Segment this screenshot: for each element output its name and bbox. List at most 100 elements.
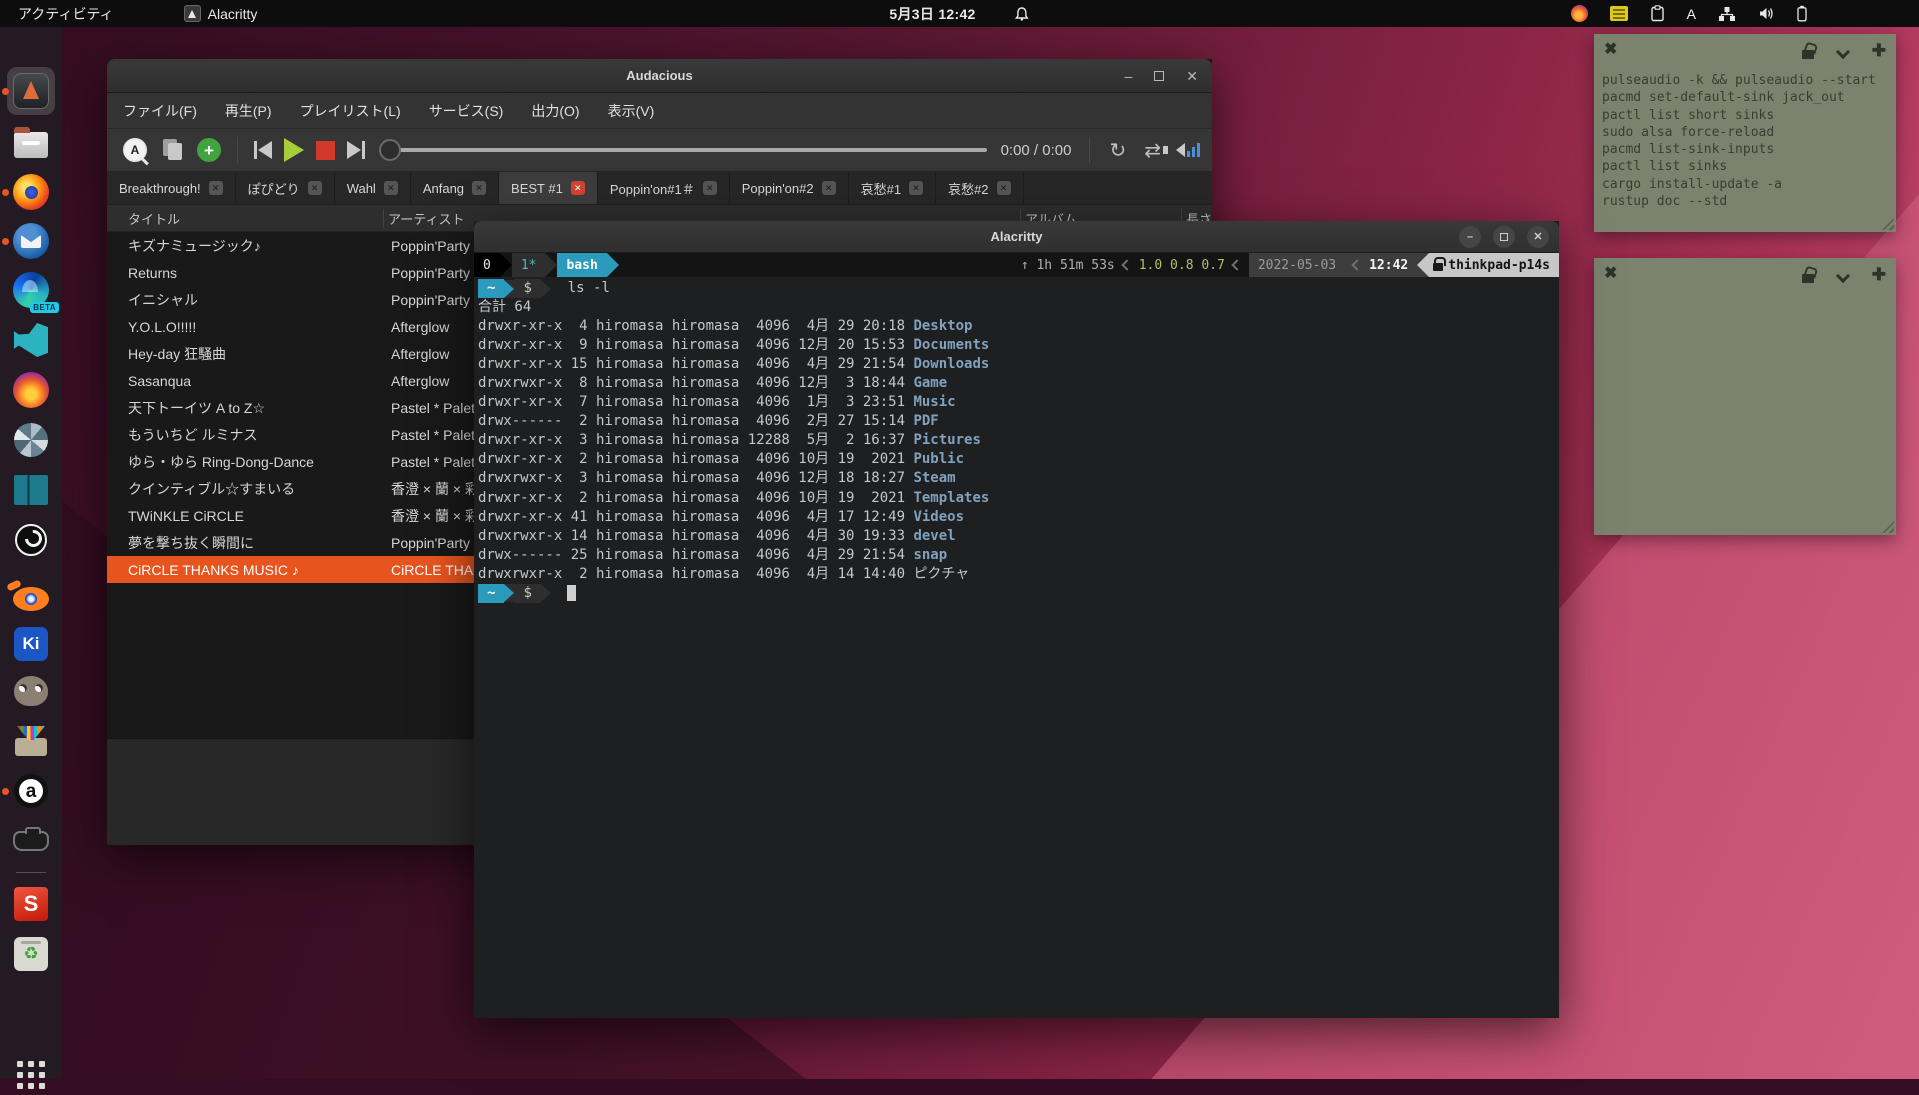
tab-close-icon[interactable]: ✕ [308,181,322,195]
playlist-tab-8[interactable]: 哀愁#2✕ [936,172,1023,204]
alacritty-titlebar[interactable]: Alacritty – ✕ [474,221,1559,253]
sticky-note-1[interactable]: ✖ ✚ pulseaudio -k && pulseaudio --startp… [1594,34,1896,232]
menu-item-2[interactable]: プレイリスト(L) [300,101,401,121]
column-title[interactable]: タイトル [128,209,387,228]
note-header[interactable]: ✖ ✚ [1594,34,1896,68]
bell-icon[interactable] [1014,6,1030,22]
tab-close-icon[interactable]: ✕ [909,181,923,195]
dock-item-firefox[interactable] [11,172,51,212]
seek-knob[interactable] [379,139,401,161]
note-unlock-icon[interactable] [1802,274,1814,283]
dock-item-flame-app[interactable] [11,370,51,410]
maximize-button[interactable] [1493,226,1515,248]
playlist-tab-5[interactable]: Poppin'on#1＃✕ [598,172,730,204]
tab-close-icon[interactable]: ✕ [472,181,486,195]
menu-item-5[interactable]: 表示(V) [608,101,655,121]
clipboard-tray-icon[interactable] [1650,5,1665,22]
dock-item-kicad[interactable]: Ki [11,624,51,664]
note-header[interactable]: ✖ ✚ [1594,258,1896,292]
tab-close-icon[interactable]: ✕ [384,181,398,195]
note-close-icon[interactable]: ✖ [1604,42,1617,58]
dock-item-files[interactable] [11,122,51,162]
playlist-tab-7[interactable]: 哀愁#1✕ [849,172,936,204]
flame-app-tray-icon[interactable] [1571,5,1588,22]
alacritty-window: Alacritty – ✕ 0 1* bash ↑ 1h 51m 53s 1.0… [474,221,1559,1018]
notes-list-tray-icon[interactable] [1610,6,1628,21]
note-resize-handle[interactable] [1882,521,1894,533]
minimize-button[interactable]: – [1124,68,1132,84]
dock-item-trash[interactable]: ♻ [11,934,51,974]
dock-item-vscode[interactable] [11,320,51,360]
menu-item-1[interactable]: 再生(P) [225,101,272,121]
dock-item-gimp[interactable] [11,671,51,711]
network-tree-icon[interactable] [1718,6,1736,22]
menu-item-3[interactable]: サービス(S) [429,101,504,121]
note-add-icon[interactable]: ✚ [1872,266,1886,283]
note-body[interactable] [1594,292,1896,300]
close-button[interactable]: ✕ [1527,226,1549,248]
battery-tray-icon[interactable] [1797,5,1807,22]
dock-item-panels-app[interactable] [11,470,51,510]
seek-slider[interactable] [379,138,987,162]
shuffle-icon[interactable]: ⇄ [1144,140,1161,160]
menu-item-4[interactable]: 出力(O) [531,101,579,121]
sticky-note-2[interactable]: ✖ ✚ [1594,258,1896,535]
minimize-button[interactable]: – [1459,226,1481,248]
ls-row-details: drwxr-xr-x 9 hiromasa hiromasa 4096 12月 … [478,336,913,355]
terminal-output[interactable]: ~$ ls -l合計 64drwxr-xr-x 4 hiromasa hirom… [474,277,1559,1018]
playlist-tab-6[interactable]: Poppin'on#2✕ [730,172,849,204]
audacious-titlebar[interactable]: Audacious – ✕ [107,59,1212,93]
dock-separator [16,872,46,873]
tab-close-icon[interactable]: ✕ [571,181,585,195]
note-unlock-icon[interactable] [1802,50,1814,59]
note-add-icon[interactable]: ✚ [1872,42,1886,59]
dock-item-retroarch[interactable] [11,821,51,861]
show-applications-button[interactable] [11,1055,51,1095]
note-close-icon[interactable]: ✖ [1604,266,1617,282]
playlist-tab-3[interactable]: Anfang✕ [411,172,499,204]
next-track-button[interactable] [347,141,365,159]
add-files-button[interactable]: + [197,138,221,162]
input-method-indicator[interactable]: A [1687,6,1696,22]
dock-item-edge-beta[interactable]: BETA [11,270,51,310]
focused-app-menu[interactable]: Alacritty [184,5,258,22]
repeat-icon[interactable]: ↻ [1109,140,1126,160]
stop-button[interactable] [316,141,335,160]
note-chevron-down-icon[interactable] [1836,268,1850,282]
clock[interactable]: 5月3日 12:42 [889,4,975,24]
tab-close-icon[interactable]: ✕ [822,181,836,195]
dock-item-a-circle-app[interactable]: a [11,771,51,811]
dock-item-fritzing[interactable] [11,721,51,761]
close-button[interactable]: ✕ [1186,68,1198,85]
dock-item-blender[interactable] [11,577,51,617]
tab-close-icon[interactable]: ✕ [703,181,717,195]
tmux-status-bar[interactable]: 0 1* bash ↑ 1h 51m 53s 1.0 0.8 0.7 2022-… [474,253,1559,277]
system-tray[interactable]: A [1571,5,1807,22]
note-line-1: pacmd set-default-sink jack_out [1602,89,1888,106]
dock-item-obs-studio[interactable] [11,520,51,560]
chevron-left-icon [1351,259,1362,270]
search-icon[interactable]: A [123,138,147,162]
note-resize-handle[interactable] [1882,218,1894,230]
dock-item-thunderbird[interactable] [11,221,51,261]
dock-item-red-s-app[interactable]: S [11,884,51,924]
playlist-tab-4[interactable]: BEST #1✕ [499,172,598,204]
tab-close-icon[interactable]: ✕ [209,181,223,195]
tab-close-icon[interactable]: ✕ [997,181,1011,195]
note-body[interactable]: pulseaudio -k && pulseaudio --startpacmd… [1594,68,1896,214]
time-display: 0:00 / 0:00 [1001,142,1072,159]
playlist-tab-1[interactable]: ぽぴどり✕ [236,172,335,204]
previous-track-button[interactable] [254,141,272,159]
play-button[interactable] [284,138,304,162]
note-chevron-down-icon[interactable] [1836,44,1850,58]
menu-item-0[interactable]: ファイル(F) [123,101,197,121]
volume-tray-icon[interactable] [1758,6,1775,21]
playlist-tab-0[interactable]: Breakthrough!✕ [107,172,236,204]
dock-item-alacritty[interactable] [7,67,55,115]
dock-item-pinwheel-app[interactable] [11,420,51,460]
activities-button[interactable]: アクティビティ [18,4,114,24]
volume-icon[interactable] [1176,143,1200,157]
open-files-icon[interactable] [163,139,183,161]
maximize-button[interactable] [1154,71,1164,81]
playlist-tab-2[interactable]: Wahl✕ [335,172,411,204]
